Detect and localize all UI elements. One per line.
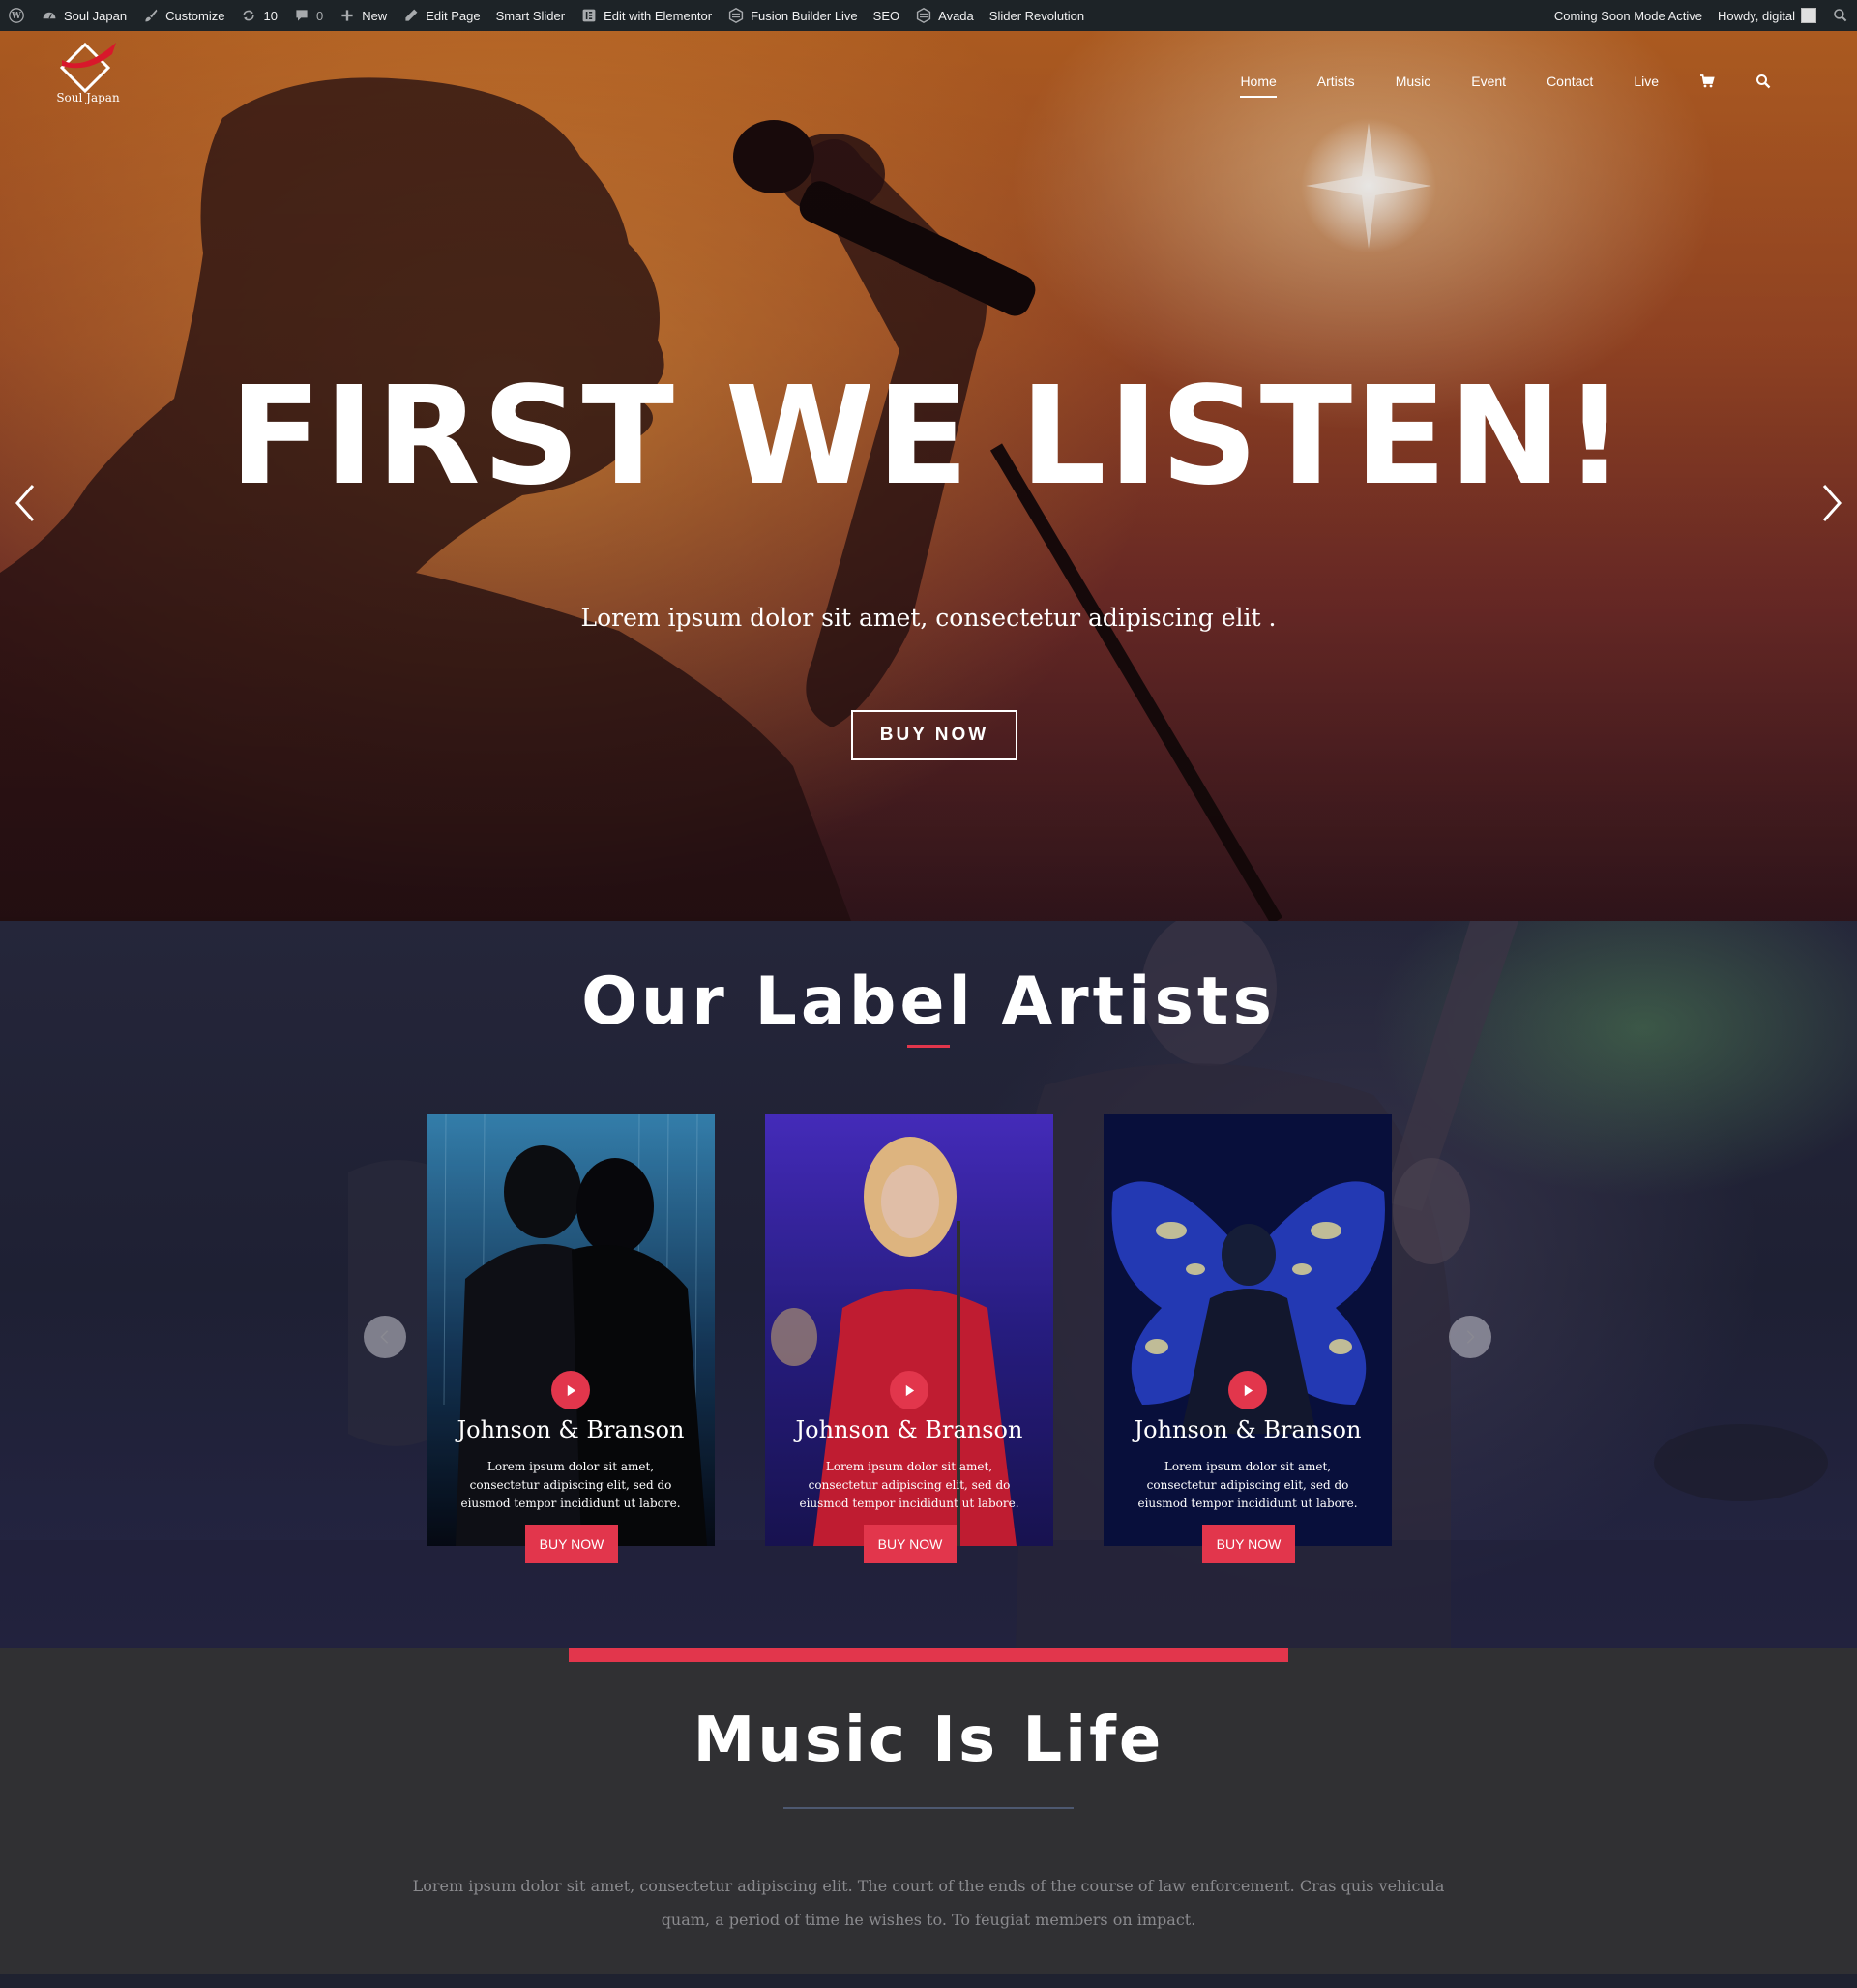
wp-admin-bar: W Soul Japan Customize 10 0 New Edit Pag… [0, 0, 1857, 31]
artist-card[interactable]: Johnson & Branson Lorem ipsum dolor sit … [1104, 1114, 1392, 1546]
title-underline [907, 1045, 950, 1048]
howdy-label: Howdy, digital [1718, 8, 1795, 23]
plus-icon [339, 7, 356, 24]
artist-name: Johnson & Branson [457, 1416, 685, 1443]
wordpress-logo-menu[interactable]: W [0, 0, 33, 31]
new-content-link[interactable]: New [331, 0, 395, 31]
search-icon[interactable] [1755, 74, 1771, 89]
paintbrush-icon [142, 7, 160, 24]
chevron-right-icon [1466, 1330, 1475, 1344]
carousel-prev-button[interactable] [364, 1316, 406, 1358]
avada-label: Avada [938, 8, 974, 23]
coming-soon-label: Coming Soon Mode Active [1553, 8, 1703, 23]
label-artists-section: Our Label Artists Johnson & Branson Lore… [0, 921, 1857, 1648]
music-is-life-section: Music Is Life Lorem ipsum dolor sit amet… [0, 1648, 1857, 1974]
seo-label: SEO [872, 8, 900, 23]
admin-search[interactable] [1824, 0, 1857, 31]
hero-title: FIRST WE LISTEN! [229, 358, 1628, 516]
play-button[interactable] [1228, 1371, 1267, 1409]
play-icon [905, 1384, 914, 1396]
play-icon [567, 1384, 575, 1396]
comments-link[interactable]: 0 [285, 0, 331, 31]
fusion-icon [727, 7, 745, 24]
cart-icon[interactable] [1699, 74, 1715, 89]
play-button[interactable] [551, 1371, 590, 1409]
artist-buy-now-button[interactable]: BUY NOW [525, 1525, 618, 1563]
accent-bar [569, 1648, 1288, 1662]
nav-live[interactable]: Live [1634, 60, 1659, 103]
play-icon [1244, 1384, 1253, 1396]
my-account-menu[interactable]: Howdy, digital [1710, 0, 1824, 31]
hero-buy-now-button[interactable]: BUY NOW [851, 710, 1017, 760]
site-logo[interactable]: Soul Japan [44, 37, 132, 112]
comment-icon [293, 7, 310, 24]
artist-description: Lorem ipsum dolor sit amet, consectetur … [799, 1460, 1019, 1510]
artist-description: Lorem ipsum dolor sit amet, consectetur … [1137, 1460, 1358, 1510]
hero-slider: Soul Japan Home Artists Music Event Cont… [0, 31, 1857, 921]
logo-text: Soul Japan [56, 91, 120, 104]
artist-buy-now-button[interactable]: BUY NOW [864, 1525, 957, 1563]
main-navigation: Home Artists Music Event Contact Live [1220, 60, 1791, 103]
next-section-edge [0, 1974, 1857, 1988]
nav-music[interactable]: Music [1396, 60, 1431, 103]
chevron-left-icon [380, 1330, 389, 1344]
edit-page-link[interactable]: Edit Page [395, 0, 487, 31]
updates-count: 10 [263, 8, 278, 23]
seo-link[interactable]: SEO [866, 0, 907, 31]
avada-icon [915, 7, 932, 24]
fusion-builder-label: Fusion Builder Live [751, 8, 858, 23]
comments-count: 0 [315, 8, 324, 23]
wordpress-icon: W [8, 7, 25, 24]
svg-text:W: W [11, 12, 21, 21]
updates-icon [240, 7, 257, 24]
pencil-icon [402, 7, 420, 24]
customize-link[interactable]: Customize [134, 0, 232, 31]
slider-revolution-link[interactable]: Slider Revolution [982, 0, 1092, 31]
coming-soon-notice[interactable]: Coming Soon Mode Active [1547, 0, 1710, 31]
site-name-label: Soul Japan [64, 8, 128, 23]
edit-elementor-link[interactable]: Edit with Elementor [573, 0, 720, 31]
avada-link[interactable]: Avada [907, 0, 982, 31]
music-section-title: Music Is Life [693, 1705, 1164, 1776]
slider-revolution-label: Slider Revolution [988, 8, 1085, 23]
search-icon [1832, 7, 1849, 24]
artist-name: Johnson & Branson [795, 1416, 1023, 1443]
music-section-text: Lorem ipsum dolor sit amet, consectetur … [412, 1877, 1445, 1929]
logo-diamond-icon [59, 42, 116, 94]
play-button[interactable] [890, 1371, 928, 1409]
customize-label: Customize [165, 8, 225, 23]
nav-artists[interactable]: Artists [1317, 60, 1355, 103]
elementor-icon [580, 7, 598, 24]
avatar [1801, 8, 1816, 23]
smart-slider-link[interactable]: Smart Slider [488, 0, 574, 31]
title-divider [783, 1807, 1074, 1809]
edit-page-label: Edit Page [426, 8, 481, 23]
dashboard-icon [41, 7, 58, 24]
edit-elementor-label: Edit with Elementor [604, 8, 713, 23]
smart-slider-label: Smart Slider [495, 8, 566, 23]
artist-card[interactable]: Johnson & Branson Lorem ipsum dolor sit … [427, 1114, 715, 1546]
carousel-next-button[interactable] [1449, 1316, 1491, 1358]
updates-link[interactable]: 10 [232, 0, 284, 31]
site-name-menu[interactable]: Soul Japan [33, 0, 134, 31]
nav-home[interactable]: Home [1240, 60, 1278, 103]
artist-name: Johnson & Branson [1134, 1416, 1362, 1443]
artists-section-title: Our Label Artists [581, 964, 1276, 1040]
hero-subtitle: Lorem ipsum dolor sit amet, consectetur … [580, 604, 1277, 632]
artist-description: Lorem ipsum dolor sit amet, consectetur … [460, 1460, 681, 1510]
artist-buy-now-button[interactable]: BUY NOW [1202, 1525, 1295, 1563]
nav-event[interactable]: Event [1471, 60, 1506, 103]
new-label: New [362, 8, 388, 23]
artist-card[interactable]: Johnson & Branson Lorem ipsum dolor sit … [765, 1114, 1053, 1546]
fusion-builder-link[interactable]: Fusion Builder Live [720, 0, 866, 31]
nav-contact[interactable]: Contact [1547, 60, 1593, 103]
